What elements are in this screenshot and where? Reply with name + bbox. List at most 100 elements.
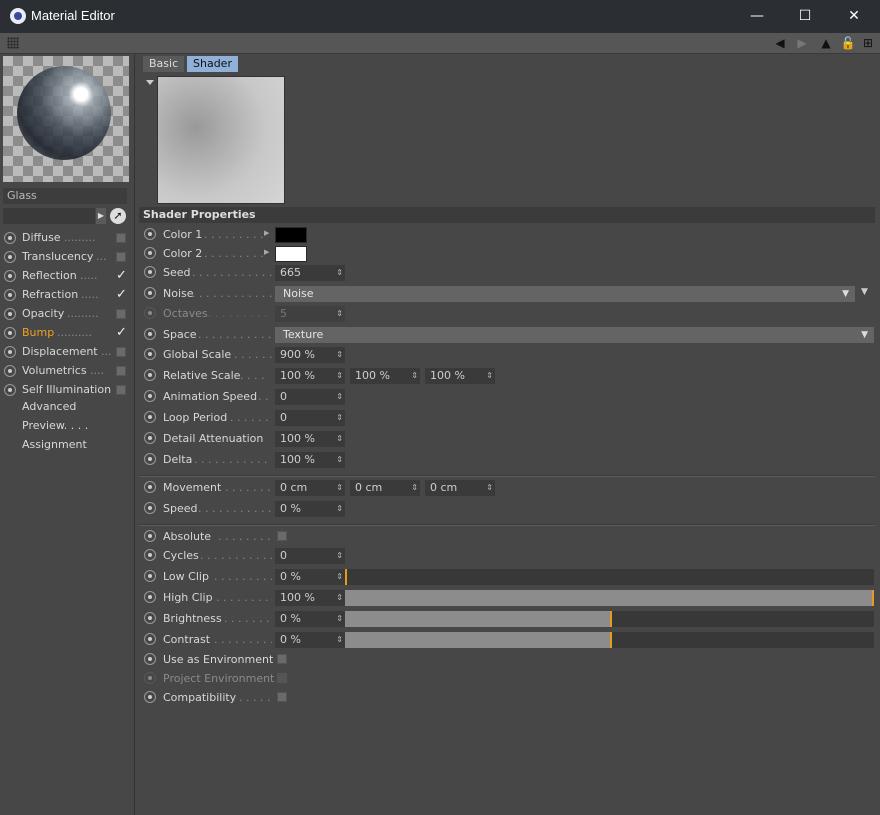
animation-speed-anim-icon[interactable] [144,390,156,402]
channel-checkbox[interactable] [116,385,126,395]
channel-radio-icon[interactable] [4,327,16,339]
channel-advanced[interactable]: Advanced [22,400,76,418]
minimize-button[interactable]: — [746,6,768,26]
grip-icon[interactable] [7,37,19,49]
close-button[interactable]: ✕ [843,6,865,26]
speed-field[interactable]: 0 % ⇕ [275,501,345,517]
contrast-field[interactable]: 0 % ⇕ [275,632,345,648]
channel-radio-icon[interactable] [4,346,16,358]
channel-volumetrics[interactable]: Volumetrics.... [4,363,130,381]
low-clip-slider[interactable] [345,569,874,585]
channel-refraction[interactable]: Refraction..... ✓ [4,287,130,305]
loop-period-field[interactable]: 0 ⇕ [275,410,345,426]
channel-radio-icon[interactable] [4,289,16,301]
up-arrow-icon[interactable]: ▲ [818,36,834,50]
pick-cursor-icon[interactable]: ➚ [110,208,126,224]
noise-dropdown[interactable]: Noise ▼ [275,286,855,302]
material-search-field[interactable] [3,208,95,224]
cycles-anim-icon[interactable] [144,549,156,561]
brightness-field[interactable]: 0 % ⇕ [275,611,345,627]
lock-icon[interactable]: 🔓 [840,36,856,50]
noise-preset-icon[interactable]: ▼ [861,287,868,297]
relative-scale-z-field[interactable]: 100 % ⇕ [425,368,495,384]
color1-anim-icon[interactable] [144,228,156,240]
back-arrow-icon[interactable]: ◀ [772,36,788,50]
compatibility-anim-icon[interactable] [144,691,156,703]
space-dropdown[interactable]: Texture ▼ [275,327,874,343]
forward-arrow-icon[interactable]: ▶ [794,36,810,50]
channel-checkbox[interactable]: ✓ [116,288,127,301]
channel-radio-icon[interactable] [4,365,16,377]
seed-field[interactable]: 665 ⇕ [275,265,345,281]
color2-expand-icon[interactable]: ▶ [264,248,269,256]
relative-scale-x-field[interactable]: 100 % ⇕ [275,368,345,384]
detail-attenuation-anim-icon[interactable] [144,432,156,444]
channel-checkbox[interactable] [116,233,126,243]
movement-anim-icon[interactable] [144,481,156,493]
channel-self-illumination[interactable]: Self Illumination [4,382,130,400]
speed-anim-icon[interactable] [144,502,156,514]
relative-scale-y-field[interactable]: 100 % ⇕ [350,368,420,384]
absolute-checkbox[interactable] [277,531,287,541]
new-window-icon[interactable]: ⊞ [860,36,876,50]
channel-checkbox[interactable] [116,252,126,262]
delta-anim-icon[interactable] [144,453,156,465]
space-anim-icon[interactable] [144,328,156,340]
channel-diffuse[interactable]: Diffuse......... [4,230,130,248]
global-scale-field[interactable]: 900 % ⇕ [275,347,345,363]
channel-checkbox[interactable]: ✓ [116,326,127,339]
high-clip-anim-icon[interactable] [144,591,156,603]
expand-triangle-icon[interactable] [146,80,154,85]
channel-checkbox[interactable] [116,366,126,376]
absolute-anim-icon[interactable] [144,530,156,542]
loop-period-anim-icon[interactable] [144,411,156,423]
high-clip-slider[interactable] [345,590,874,606]
compatibility-checkbox[interactable] [277,692,287,702]
channel-radio-icon[interactable] [4,384,16,396]
detail-attenuation-field[interactable]: 100 % ⇕ [275,431,345,447]
channel-translucency[interactable]: Translucency... [4,249,130,267]
low-clip-field[interactable]: 0 % ⇕ [275,569,345,585]
brightness-anim-icon[interactable] [144,612,156,624]
contrast-anim-icon[interactable] [144,633,156,645]
material-preview[interactable] [3,56,129,182]
color1-swatch[interactable] [275,227,307,243]
brightness-slider[interactable] [345,611,874,627]
low-clip-anim-icon[interactable] [144,570,156,582]
channel-assignment[interactable]: Assignment [22,438,87,456]
color1-expand-icon[interactable]: ▶ [264,229,269,237]
channel-preview[interactable]: Preview. . . . [22,419,88,437]
channel-checkbox[interactable] [116,309,126,319]
animation-speed-field[interactable]: 0 ⇕ [275,389,345,405]
tab-basic[interactable]: Basic [143,56,185,72]
color2-anim-icon[interactable] [144,247,156,259]
channel-reflection[interactable]: Reflection..... ✓ [4,268,130,286]
contrast-slider[interactable] [345,632,874,648]
high-clip-field[interactable]: 100 % ⇕ [275,590,345,606]
use-environment-anim-icon[interactable] [144,653,156,665]
tab-shader[interactable]: Shader [187,56,238,72]
channel-displacement[interactable]: Displacement... [4,344,130,362]
channel-radio-icon[interactable] [4,251,16,263]
maximize-button[interactable]: ☐ [794,6,816,26]
relative-scale-anim-icon[interactable] [144,369,156,381]
movement-z-field[interactable]: 0 cm ⇕ [425,480,495,496]
channel-checkbox[interactable]: ✓ [116,269,127,282]
movement-y-field[interactable]: 0 cm ⇕ [350,480,420,496]
channel-radio-icon[interactable] [4,308,16,320]
material-arrow-button[interactable]: ▶ [96,208,106,224]
movement-x-field[interactable]: 0 cm ⇕ [275,480,345,496]
channel-opacity[interactable]: Opacity......... [4,306,130,324]
noise-anim-icon[interactable] [144,287,156,299]
use-environment-checkbox[interactable] [277,654,287,664]
channel-radio-icon[interactable] [4,232,16,244]
global-scale-anim-icon[interactable] [144,348,156,360]
channel-bump[interactable]: Bump.......... ✓ [4,325,130,343]
channel-radio-icon[interactable] [4,270,16,282]
color2-swatch[interactable] [275,246,307,262]
seed-anim-icon[interactable] [144,266,156,278]
cycles-field[interactable]: 0 ⇕ [275,548,345,564]
delta-field[interactable]: 100 % ⇕ [275,452,345,468]
material-name-field[interactable]: Glass [3,188,127,204]
channel-checkbox[interactable] [116,347,126,357]
